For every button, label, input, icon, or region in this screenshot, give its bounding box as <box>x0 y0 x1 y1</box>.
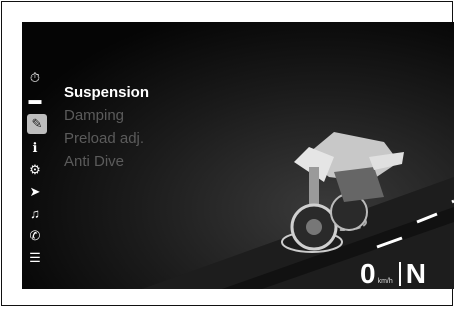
status-bar: 0 km/h N <box>360 260 426 288</box>
sidebar: ⏱ ▬ ✎ ℹ ⚙ ➤ ♫ ✆ ☰ <box>22 68 54 284</box>
phone-icon[interactable]: ✆ <box>22 226 48 246</box>
menu-item-preload[interactable]: Preload adj. <box>64 130 149 148</box>
stopwatch-icon[interactable]: ⏱ <box>22 68 48 88</box>
suspension-menu: Suspension Damping Preload adj. Anti Div… <box>64 84 149 171</box>
menu-item-anti-dive[interactable]: Anti Dive <box>64 153 149 171</box>
speed-unit: km/h <box>377 278 393 285</box>
sliders-icon[interactable]: ☰ <box>22 248 48 268</box>
status-divider <box>398 262 401 286</box>
speed-value: 0 <box>360 258 376 289</box>
motorcycle-icon[interactable]: ▬ <box>22 90 48 110</box>
info-icon[interactable]: ℹ <box>22 138 48 158</box>
wrench-icon[interactable]: ✎ <box>27 114 47 134</box>
navigation-arrow-icon[interactable]: ➤ <box>22 182 48 202</box>
menu-item-damping[interactable]: Damping <box>64 107 149 125</box>
menu-title[interactable]: Suspension <box>64 84 149 102</box>
motorcycle-image <box>281 132 404 253</box>
music-note-icon[interactable]: ♫ <box>22 204 48 224</box>
frame: ⏱ ▬ ✎ ℹ ⚙ ➤ ♫ ✆ ☰ Suspension Damping Pre… <box>1 1 454 306</box>
gear-indicator: N <box>405 258 426 289</box>
bike-settings-icon[interactable]: ⚙ <box>22 160 48 180</box>
dashboard-screen: ⏱ ▬ ✎ ℹ ⚙ ➤ ♫ ✆ ☰ Suspension Damping Pre… <box>22 22 454 289</box>
